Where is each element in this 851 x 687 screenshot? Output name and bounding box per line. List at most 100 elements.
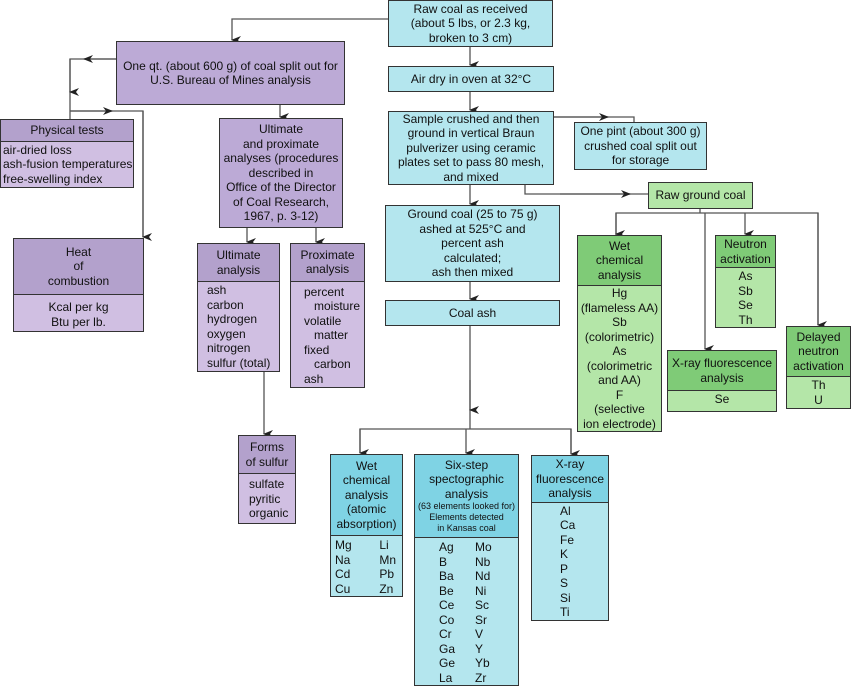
text-line: analysis — [216, 262, 261, 277]
text-line: Sc — [475, 598, 490, 612]
text-line: fixed — [304, 342, 330, 357]
text-line: Mg — [335, 538, 352, 552]
text-line: for storage — [611, 153, 670, 168]
text-line: Ag — [439, 540, 454, 554]
text-line: ash then mixed — [431, 265, 514, 280]
text-line: Pb — [379, 567, 395, 581]
text-line: Al — [560, 503, 571, 518]
box-body: percent moisture volatile matter fixed carbon… — [291, 282, 364, 388]
text-line: neutron — [798, 344, 839, 359]
text-line: Physical tests — [30, 123, 104, 137]
text-line: activation — [793, 358, 844, 373]
text-line: of Coal Research, — [232, 194, 330, 209]
text-line: of sulfur — [245, 454, 289, 469]
text-line: ash — [207, 283, 227, 297]
text-line: volatile — [304, 313, 342, 328]
box-header: Forms of sulfur — [239, 436, 295, 474]
text-line: sulfur (total) — [207, 355, 271, 370]
text-line: Sb — [738, 283, 753, 298]
text-line: broken to 3 cm) — [428, 30, 513, 45]
text-line: in Kansas coal — [437, 523, 496, 534]
text-line: Si — [560, 590, 571, 605]
text-line: organic — [249, 506, 289, 520]
text-line: Kcal per kg — [48, 300, 109, 314]
text-line: Neutron — [724, 237, 767, 251]
text-line: ash-fusion temperatures — [3, 157, 133, 171]
text-line: and mixed — [443, 169, 499, 184]
box-header: Neutron activation — [716, 236, 775, 268]
text-line: Yb — [475, 656, 490, 670]
text-line: Nd — [475, 569, 491, 583]
box-body: Ag B Ba Be Ce Co Cr Ga Ge La Mo Nb Nd Ni Sc Sr V Y Yb Zr — [415, 538, 518, 685]
text-line: hydrogen — [207, 312, 258, 326]
text-line: U.S. Bureau of Mines analysis — [150, 73, 311, 87]
text-line: Cu — [335, 581, 351, 596]
text-line: Ultimate — [216, 248, 261, 262]
raw-ground-coal-box: Raw ground coal — [648, 182, 753, 209]
text-line: As — [738, 269, 753, 283]
text-line: spectographic — [429, 472, 504, 487]
air-dry-box: Air dry in oven at 32°C — [388, 66, 554, 92]
text-line: analysis — [597, 267, 642, 282]
text-line: Sample crushed and then — [402, 111, 540, 126]
text-line: matter — [314, 328, 349, 342]
text-line: absorption) — [336, 516, 397, 531]
text-line: Wet — [608, 238, 631, 253]
text-line: Ga — [439, 641, 456, 656]
text-line: Delayed — [796, 329, 841, 344]
text-line: free-swelling index — [3, 171, 103, 186]
text-line: ground in vertical Braun — [407, 126, 535, 141]
text-line: Ultimate — [258, 122, 303, 137]
text-line: moisture — [314, 299, 361, 313]
text-line: Sb — [612, 315, 627, 329]
text-line: (selective — [594, 402, 645, 416]
neutron-activation-box: Neutron activation As Sb Se Th — [715, 235, 776, 328]
text-line: Zr — [475, 670, 487, 685]
text-line: U — [814, 392, 823, 407]
coal-ash-box: Coal ash — [385, 300, 560, 326]
text-line: Na — [335, 552, 351, 567]
text-line: calculated; — [443, 250, 502, 265]
coal-analysis-flowchart: Raw coal as received (about 5 lbs, or 2.3… — [0, 0, 851, 687]
text-line: analysis — [444, 486, 489, 501]
text-line: fluorescence — [535, 471, 605, 486]
forms-of-sulfur-box: Forms of sulfur sulfate pyritic organic — [238, 435, 296, 524]
text-line: Cd — [335, 567, 351, 581]
text-line: analysis — [305, 262, 350, 277]
text-line: Y — [475, 641, 484, 656]
box-body: Mg Na Cd Cu Li Mn Pb Zn — [331, 536, 402, 596]
ultimate-proximate-box: Ultimate and proximate analyses (procedure… — [219, 118, 343, 228]
text-line: X-ray fluorescence — [671, 356, 773, 370]
text-line: (flameless AA) — [580, 300, 659, 315]
box-header: X-ray fluorescence analysis — [668, 351, 776, 391]
text-line: Ni — [475, 583, 487, 598]
text-line: Se — [738, 298, 753, 312]
text-line: nitrogen — [207, 341, 251, 355]
text-line: Co — [439, 612, 455, 627]
text-line: Office of the Director — [226, 180, 336, 195]
text-line: (about 5 lbs, or 2.3 kg, — [410, 16, 531, 31]
text-line: oxygen — [207, 326, 246, 341]
raw-coal-box: Raw coal as received (about 5 lbs, or 2.3… — [388, 0, 553, 47]
box-body: air-dried loss ash-fusion temperatures fre… — [1, 142, 133, 188]
box-header: Heat of combustion — [14, 239, 143, 295]
text-line: crushed coal split out — [584, 138, 697, 153]
text-line: Elements detected — [429, 512, 504, 523]
text-line: P — [560, 561, 569, 576]
heat-of-combustion-box: Heat of combustion Kcal per kg Btu per lb. — [13, 238, 144, 332]
text-line: One qt. (about 600 g) of coal split out … — [123, 58, 338, 73]
text-line: chemical — [342, 473, 391, 488]
text-line: Mo — [475, 540, 492, 554]
text-line: carbon — [207, 297, 244, 312]
text-line: Ba — [439, 569, 454, 583]
box-header: Wet chemical analysis (atomic absorption) — [331, 455, 402, 536]
green-wet-chemical-box: Wet chemical analysis Hg (flameless AA) Sb (c… — [577, 235, 662, 432]
text-line: Fe — [560, 532, 575, 547]
text-line: Ground coal (25 to 75 g) — [407, 207, 538, 222]
text-line: Heat — [65, 244, 92, 259]
text-line: pyritic — [249, 491, 281, 506]
text-line: Hg — [611, 286, 628, 300]
delayed-neutron-box: Delayed neutron activation Th U — [786, 326, 851, 409]
box-header: Delayed neutron activation — [787, 327, 850, 377]
text-line: Ti — [560, 605, 570, 619]
